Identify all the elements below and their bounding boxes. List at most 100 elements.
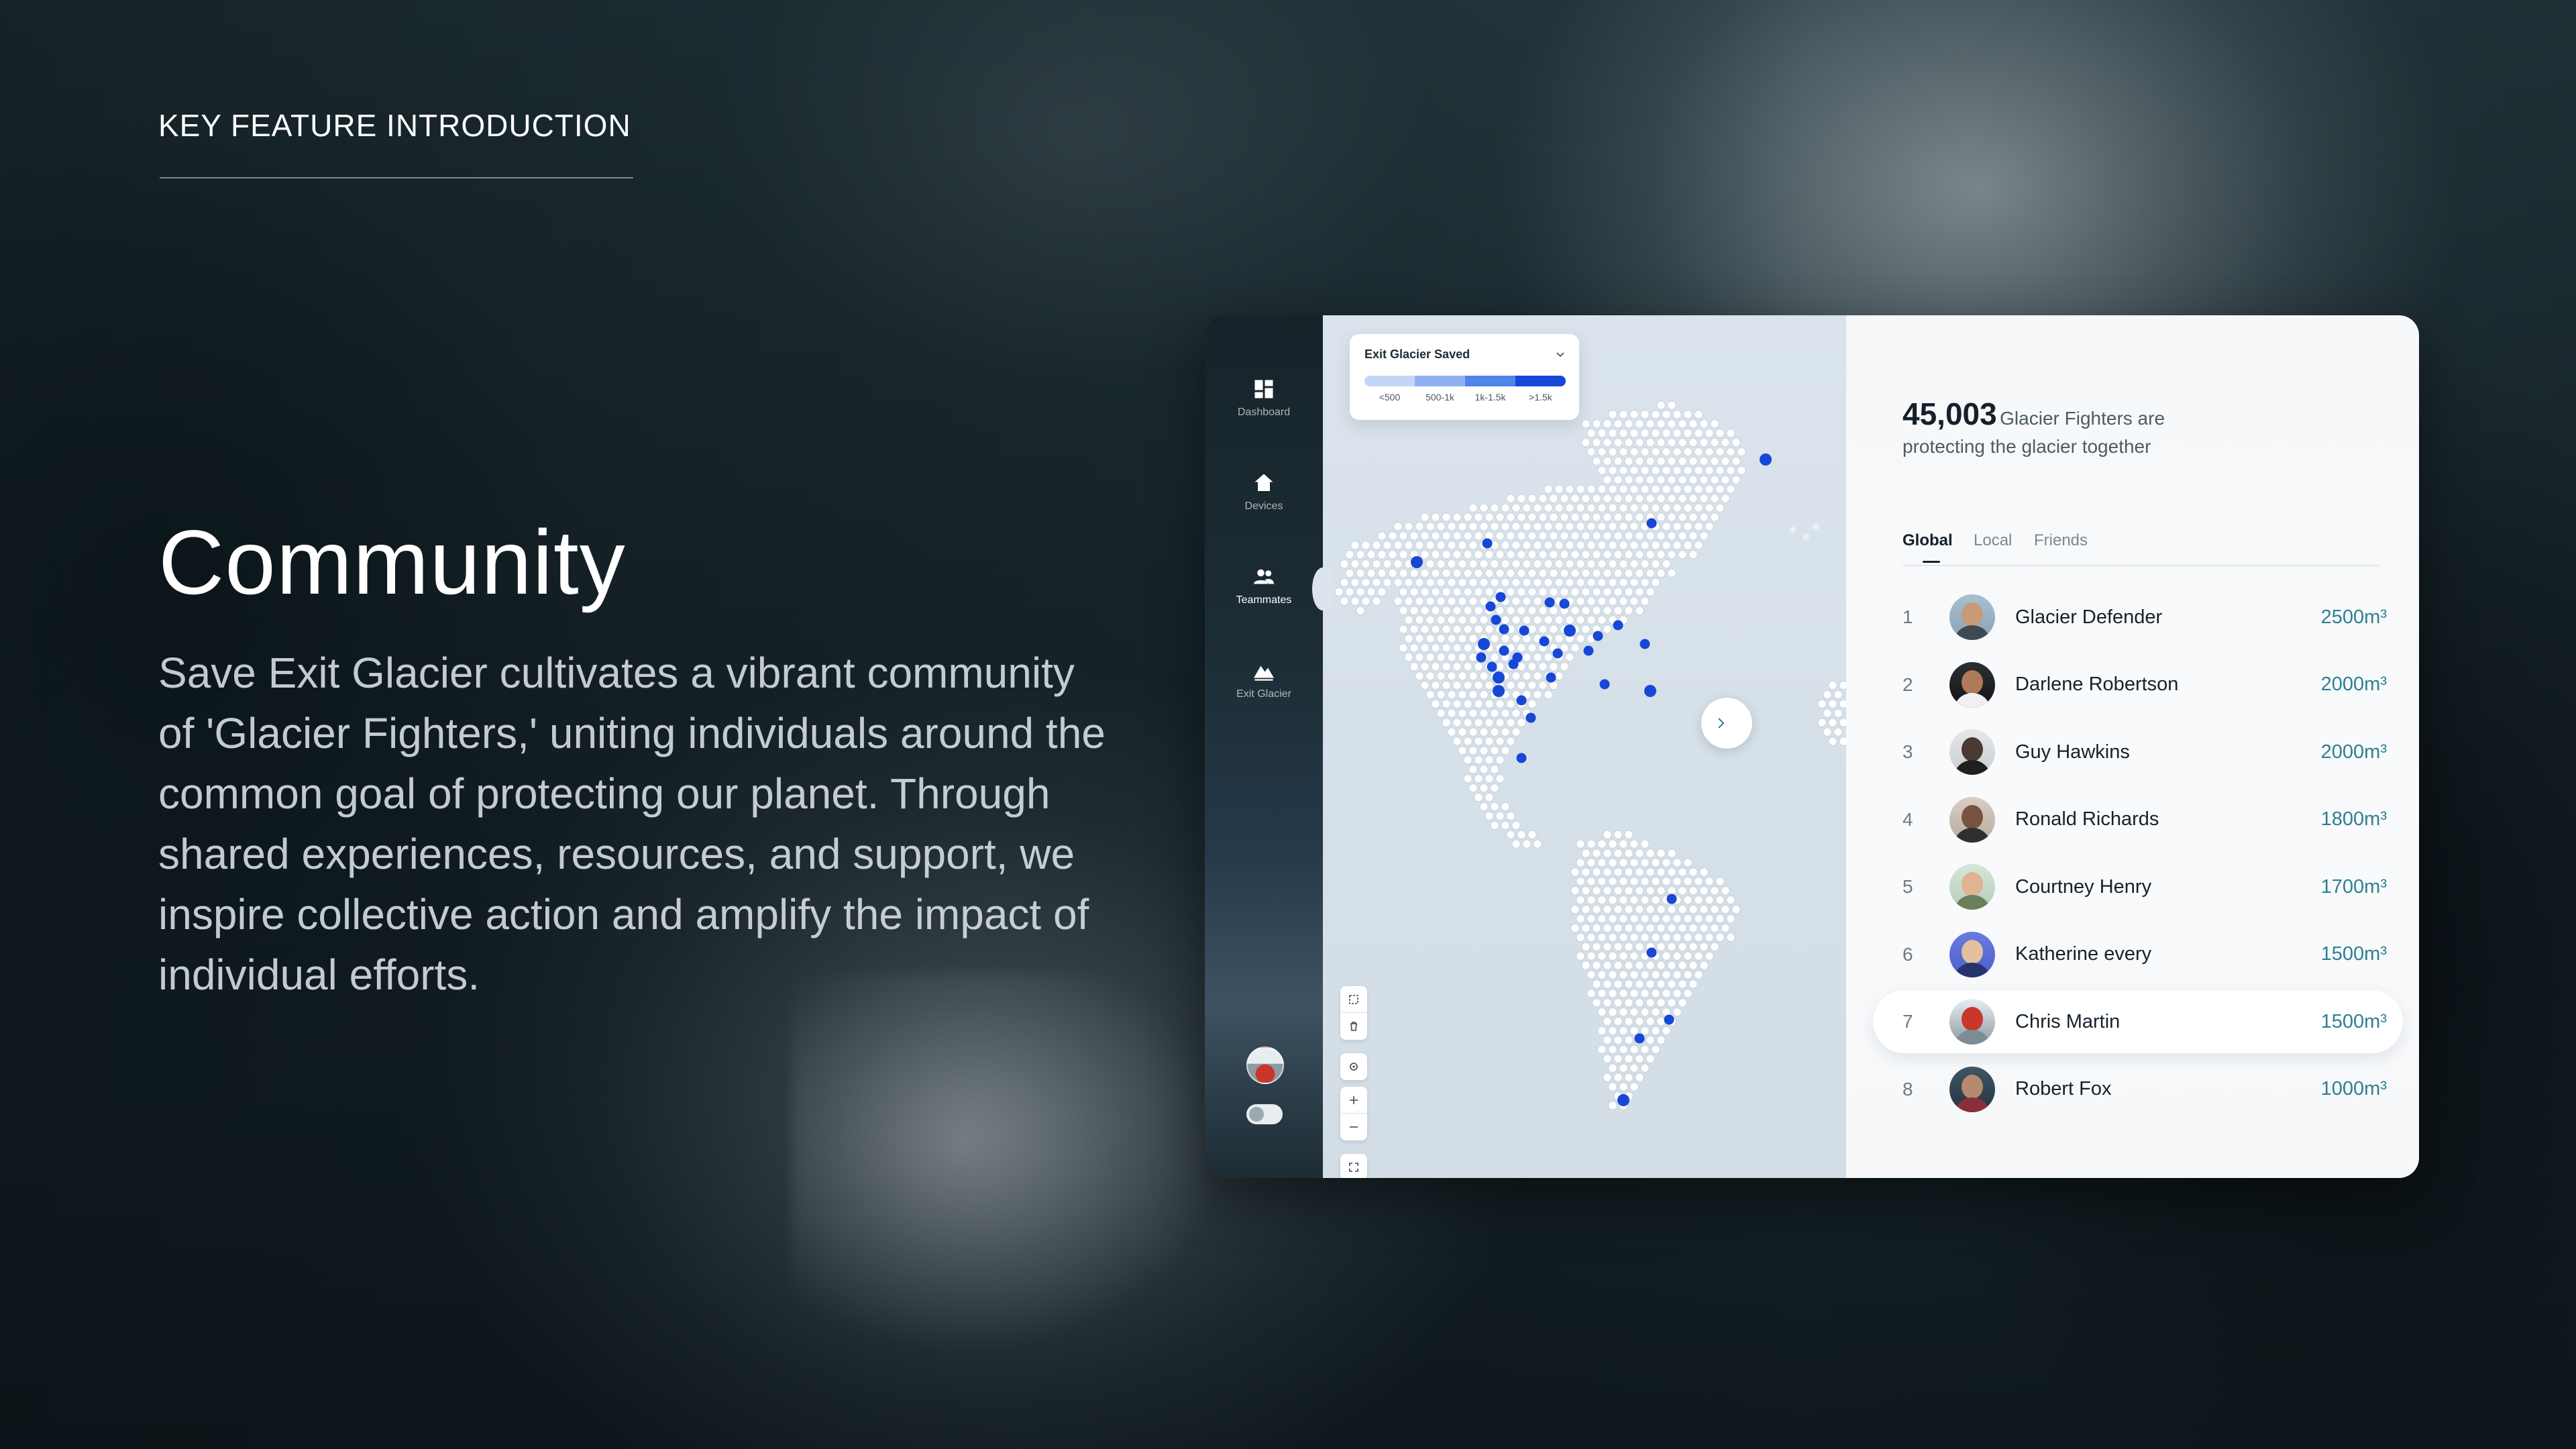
- avatar-shoulders: [1953, 1097, 1991, 1112]
- saved-volume: 1000m³: [2320, 1078, 2387, 1100]
- fighter-count-label: Glacier Fighters are: [2000, 408, 2165, 429]
- member-avatar[interactable]: [1949, 661, 1995, 708]
- member-name: Katherine every: [2015, 943, 2152, 965]
- leaderboard-list: 1 Glacier Defender 2500m³ 2 Darlene Robertso…: [1873, 584, 2403, 1123]
- avatar-shoulders: [1953, 827, 1991, 843]
- avatar-face: [1962, 939, 1983, 964]
- sidebar-item-label: Devices: [1244, 500, 1283, 512]
- tab-friends[interactable]: Friends: [2034, 531, 2088, 550]
- saved-volume: 2500m³: [2320, 606, 2387, 628]
- saved-volume: 1700m³: [2320, 875, 2387, 898]
- member-name: Darlene Robertson: [2015, 674, 2179, 696]
- dashboard-icon: [1254, 380, 1273, 398]
- select-tool-button[interactable]: [1340, 986, 1367, 1013]
- member-avatar[interactable]: [1949, 796, 1995, 843]
- world-map[interactable]: Exit Glacier Saved <500 500-1k 1k-1.5k >…: [1323, 315, 1846, 1178]
- feature-description: Save Exit Glacier cultivates a vibrant c…: [158, 649, 1106, 999]
- rank-number: 2: [1902, 674, 1913, 695]
- member-name: Robert Fox: [2015, 1078, 2112, 1100]
- member-avatar[interactable]: [1949, 931, 1995, 977]
- avatar-face: [1962, 804, 1983, 829]
- zoom-in-button[interactable]: [1340, 1087, 1367, 1114]
- legend-swatch-3: [1465, 376, 1515, 386]
- theme-toggle[interactable]: [1246, 1104, 1283, 1124]
- avatar-face: [1962, 602, 1983, 627]
- saved-volume: 1500m³: [2320, 1010, 2387, 1032]
- sidebar-item-exit-glacier[interactable]: Exit Glacier: [1205, 659, 1323, 700]
- leaderboard-row[interactable]: 3 Guy Hawkins 2000m³: [1873, 718, 2403, 786]
- rank-number: 1: [1902, 606, 1913, 628]
- fullscreen-button[interactable]: [1340, 1154, 1367, 1178]
- fighter-count: 45,003: [1902, 396, 1997, 431]
- avatar-face: [1962, 1007, 1983, 1032]
- leaderboard-row[interactable]: 7 Chris Martin 1500m³: [1873, 988, 2403, 1056]
- app-sidebar: Dashboard Devices Teammates Exit Glacier: [1205, 315, 1323, 1178]
- leaderboard-row[interactable]: 4 Ronald Richards 1800m³: [1873, 786, 2403, 854]
- legend-label: <500: [1379, 392, 1401, 402]
- member-avatar[interactable]: [1949, 729, 1995, 775]
- minus-icon: [1350, 1126, 1358, 1128]
- sidebar-collapse-notch: [1312, 568, 1334, 610]
- legend-color-scale: [1364, 376, 1566, 386]
- chevron-right-icon: [1718, 718, 1725, 729]
- tab-global[interactable]: Global: [1902, 531, 1953, 550]
- avatar-shoulders: [1953, 760, 1991, 775]
- home-icon: [1254, 474, 1273, 491]
- sidebar-item-teammates[interactable]: Teammates: [1205, 565, 1323, 606]
- zoom-out-button[interactable]: [1340, 1114, 1367, 1140]
- rank-number: 3: [1902, 741, 1913, 763]
- legend-label: 500-1k: [1426, 392, 1454, 402]
- target-icon: [1350, 1063, 1358, 1071]
- legend-swatch-2: [1415, 376, 1465, 386]
- user-avatar[interactable]: [1246, 1046, 1284, 1084]
- member-avatar[interactable]: [1949, 999, 1995, 1045]
- trash-icon: [1350, 1022, 1357, 1031]
- delete-tool-button[interactable]: [1340, 1013, 1367, 1040]
- legend-swatch-4: [1515, 376, 1566, 386]
- rank-number: 5: [1902, 876, 1913, 898]
- legend-label: 1k-1.5k: [1474, 392, 1506, 402]
- leaderboard-row[interactable]: 6 Katherine every 1500m³: [1873, 921, 2403, 989]
- leaderboard-tabs: Global Local Friends: [1902, 531, 2379, 566]
- sidebar-item-dashboard[interactable]: Dashboard: [1205, 377, 1323, 419]
- community-stat: 45,003 Glacier Fighters are protecting t…: [1902, 396, 2305, 458]
- app-window: Dashboard Devices Teammates Exit Glacier: [1205, 315, 2419, 1178]
- tab-local[interactable]: Local: [1974, 531, 2012, 550]
- saved-volume: 1800m³: [2320, 808, 2387, 830]
- active-tab-indicator: [1923, 561, 1940, 563]
- rank-number: 6: [1902, 943, 1913, 965]
- member-avatar[interactable]: [1949, 864, 1995, 910]
- avatar-face: [1962, 737, 1983, 762]
- expand-panel-button[interactable]: [1701, 698, 1752, 749]
- leaderboard-row[interactable]: 1 Glacier Defender 2500m³: [1873, 584, 2403, 651]
- member-name: Courtney Henry: [2015, 875, 2152, 898]
- member-avatar[interactable]: [1949, 1066, 1995, 1112]
- hex-map-layer: [1334, 400, 1846, 1110]
- map-toolbar: [1340, 986, 1367, 1178]
- select-area-icon: [1349, 994, 1358, 1004]
- saved-volume: 2000m³: [2320, 674, 2387, 696]
- sidebar-item-label: Exit Glacier: [1236, 688, 1291, 700]
- map-legend-card[interactable]: Exit Glacier Saved <500 500-1k 1k-1.5k >…: [1350, 334, 1579, 420]
- section-eyebrow: KEY FEATURE INTRODUCTION: [158, 108, 631, 143]
- avatar-shoulders: [1953, 625, 1991, 641]
- sidebar-item-label: Dashboard: [1237, 407, 1291, 418]
- avatar-face: [1962, 1074, 1983, 1099]
- avatar-shoulders: [1953, 962, 1991, 977]
- leaderboard-row[interactable]: 2 Darlene Robertson 2000m³: [1873, 651, 2403, 719]
- sidebar-item-devices[interactable]: Devices: [1205, 471, 1323, 513]
- saved-volume: 2000m³: [2320, 741, 2387, 763]
- member-avatar[interactable]: [1949, 594, 1995, 641]
- leaderboard-row[interactable]: 5 Courtney Henry 1700m³: [1873, 853, 2403, 921]
- feature-headline: Community: [158, 511, 626, 613]
- rank-number: 7: [1902, 1011, 1913, 1032]
- chevron-down-icon[interactable]: [1555, 349, 1566, 360]
- member-name: Ronald Richards: [2015, 808, 2159, 830]
- member-name: Chris Martin: [2015, 1010, 2121, 1032]
- avatar-face: [1962, 669, 1983, 694]
- rank-number: 4: [1902, 808, 1913, 830]
- locate-button[interactable]: [1340, 1053, 1367, 1080]
- leaderboard-row[interactable]: 8 Robert Fox 1000m³: [1873, 1056, 2403, 1124]
- member-name: Glacier Defender: [2015, 606, 2163, 628]
- fullscreen-icon: [1349, 1163, 1358, 1172]
